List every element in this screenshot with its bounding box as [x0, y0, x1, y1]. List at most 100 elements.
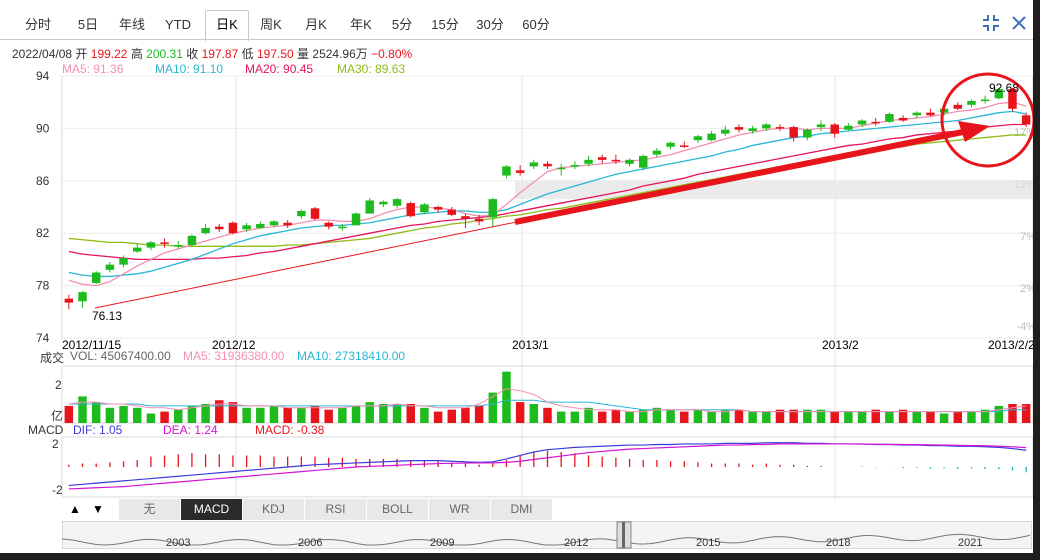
- volume-bar: [926, 411, 935, 423]
- volume-bar: [762, 411, 771, 423]
- volume-bar: [256, 407, 265, 423]
- candle-body: [201, 227, 210, 234]
- candle-body: [871, 121, 880, 124]
- xtick-label: 2013/1: [512, 338, 549, 352]
- volume-bar: [666, 409, 675, 423]
- candle: [215, 224, 224, 232]
- volume-bar: [174, 409, 183, 423]
- indicator-5-button[interactable]: WR: [428, 498, 491, 521]
- candle: [105, 262, 115, 273]
- candle: [543, 161, 552, 170]
- history-navigator[interactable]: 2003 2006 2009 2012 2015 2018 2021: [62, 521, 1032, 549]
- volume-bar: [105, 407, 115, 423]
- candle: [201, 224, 210, 235]
- candle-body: [474, 218, 484, 222]
- candle-body: [980, 99, 990, 102]
- candle: [488, 197, 498, 227]
- candle-body: [119, 258, 128, 265]
- volume-bar: [680, 411, 689, 423]
- indicator-2-button[interactable]: KDJ: [242, 498, 305, 521]
- highlight-circle: [940, 72, 1033, 168]
- volume-bar: [885, 411, 894, 423]
- stock-chart-app: 分时 5日 年线 YTD 日K 周K 月K 年K 5分 15分 30分 60分 2022/04/08 …: [0, 0, 1033, 553]
- candle: [406, 201, 415, 218]
- volume-bar: [502, 371, 511, 423]
- candle-body: [775, 127, 785, 129]
- volume-bar: [748, 411, 757, 423]
- candle: [652, 148, 662, 158]
- candle: [885, 112, 894, 124]
- ytick-label: 90: [36, 121, 50, 135]
- candle: [228, 221, 238, 235]
- volume-bar: [1008, 404, 1017, 423]
- candle: [297, 209, 306, 219]
- candle-body: [283, 222, 292, 226]
- indicator-4-button[interactable]: BOLL: [366, 498, 429, 521]
- volume-unit: 亿: [51, 409, 64, 423]
- ytick-label: 78: [36, 279, 50, 293]
- candle: [693, 134, 703, 143]
- candle-body: [912, 112, 921, 116]
- candle-body: [611, 159, 621, 162]
- candle-body: [269, 221, 279, 226]
- candle: [721, 125, 730, 137]
- candle: [844, 123, 853, 132]
- candle: [912, 111, 921, 118]
- indicator-1-button[interactable]: MACD: [180, 498, 243, 521]
- volume-bar: [953, 411, 963, 423]
- macd-dif: DIF: 1.05: [73, 423, 123, 437]
- candle-body: [570, 165, 580, 167]
- candle-body: [844, 125, 853, 130]
- candle-body: [502, 166, 511, 176]
- candle: [967, 99, 976, 108]
- down-arrow-icon[interactable]: ▼: [87, 498, 109, 520]
- indicator-6-button[interactable]: DMI: [490, 498, 553, 521]
- slider-grip: [622, 522, 625, 548]
- candle-body: [338, 226, 347, 229]
- candle: [351, 212, 361, 226]
- candle: [570, 161, 580, 170]
- up-arrow-icon[interactable]: ▲: [64, 498, 86, 520]
- volume-ma10: MA10: 27318410.00: [297, 349, 406, 363]
- candle-body: [584, 159, 593, 164]
- candle-body: [680, 145, 689, 147]
- right-pct-tick: 7%: [1020, 231, 1033, 243]
- candle-body: [721, 129, 730, 134]
- candle: [666, 141, 675, 150]
- candle: [556, 163, 566, 176]
- indicator-0-button[interactable]: 无: [118, 498, 181, 521]
- ytick-label: 74: [36, 331, 50, 345]
- candle-body: [174, 244, 183, 247]
- candle-body: [132, 247, 142, 252]
- volume-bar: [392, 404, 402, 423]
- candle-body: [885, 113, 894, 122]
- candle: [461, 213, 470, 228]
- candle-body: [707, 133, 716, 141]
- volume-bar: [433, 411, 443, 423]
- candle-body: [967, 100, 976, 105]
- volume-bar: [379, 404, 388, 423]
- volume-bar: [515, 402, 525, 423]
- candle: [529, 159, 539, 170]
- volume-bar: [707, 411, 716, 423]
- candle-body: [324, 222, 333, 227]
- trend-arrow: [514, 128, 969, 225]
- macd-value: MACD: -0.38: [255, 423, 325, 437]
- macd-label: MACD: [28, 423, 64, 437]
- candle-body: [447, 209, 457, 215]
- volume-ma5: MA5: 31936380.00: [183, 349, 285, 363]
- indicator-3-button[interactable]: RSI: [304, 498, 367, 521]
- candle-body: [953, 104, 963, 109]
- candle-body: [256, 224, 265, 228]
- volume-bar: [119, 405, 128, 423]
- candle: [830, 123, 839, 138]
- candle: [502, 165, 511, 179]
- volume-bar: [406, 404, 415, 423]
- candle-body: [461, 216, 470, 219]
- volume-bar: [132, 407, 142, 423]
- candle-body: [365, 200, 374, 214]
- candle: [433, 205, 443, 213]
- candle: [898, 115, 908, 122]
- volume-bar: [160, 411, 169, 423]
- macd-dea: DEA: 1.24: [163, 423, 218, 437]
